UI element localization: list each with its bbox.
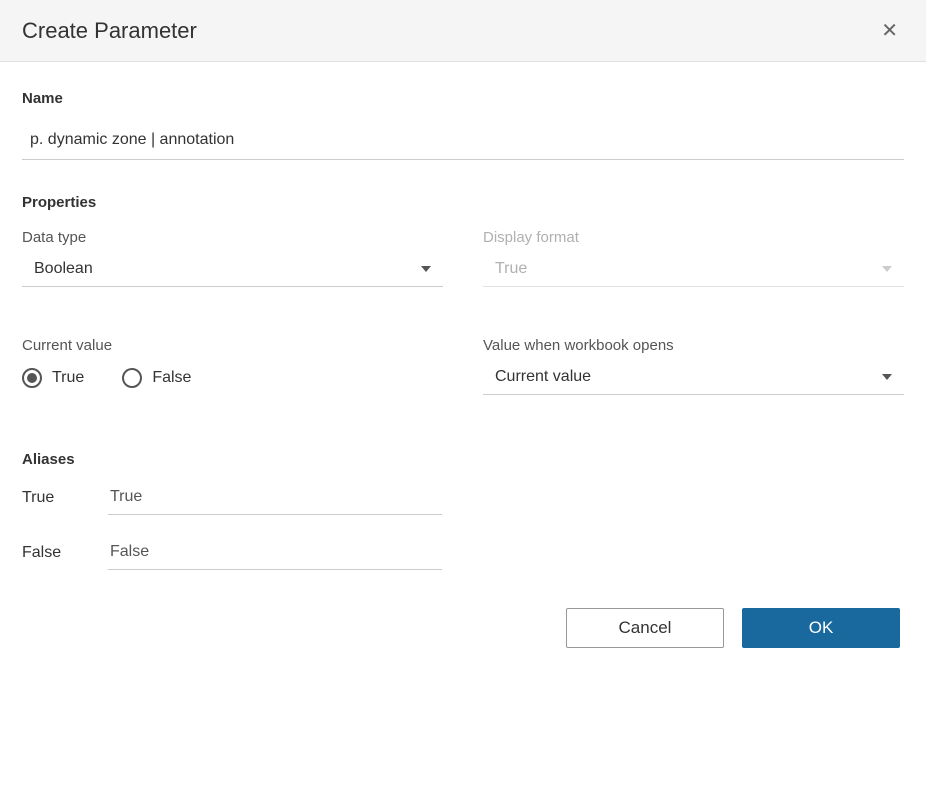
dialog-titlebar: Create Parameter ✕ [0,0,926,62]
name-section: Name [22,90,904,160]
aliases-heading: Aliases [22,451,904,468]
data-type-label: Data type [22,229,443,246]
chevron-down-icon [421,266,431,272]
dialog-title: Create Parameter [22,18,197,44]
alias-true-key: True [22,489,78,515]
radio-true-label: True [52,369,84,387]
cancel-button[interactable]: Cancel [566,608,724,648]
current-value-radio-group: True False [22,364,443,388]
value-when-open-field: Value when workbook opens Current value [483,337,904,395]
properties-heading: Properties [22,194,904,211]
close-icon[interactable]: ✕ [875,16,904,45]
display-format-field: Display format True [483,229,904,287]
chevron-down-icon [882,266,892,272]
alias-true-input[interactable] [108,486,442,515]
data-type-field: Data type Boolean [22,229,443,287]
radio-icon [122,368,142,388]
alias-false-key: False [22,544,78,570]
name-label: Name [22,90,904,107]
ok-button[interactable]: OK [742,608,900,648]
value-when-open-select[interactable]: Current value [483,364,904,395]
display-format-value: True [495,260,527,278]
radio-true[interactable]: True [22,368,84,388]
value-when-open-value: Current value [495,368,591,386]
dialog-buttons: Cancel OK [22,608,904,648]
data-type-value: Boolean [34,260,93,278]
current-value-field: Current value True False [22,337,443,395]
dialog-content: Name Properties Data type Boolean Displa… [0,62,926,668]
aliases-section: Aliases True False [22,451,904,570]
alias-row-true: True [22,486,442,515]
radio-false-label: False [152,369,191,387]
value-when-open-label: Value when workbook opens [483,337,904,354]
alias-row-false: False [22,541,442,570]
current-value-label: Current value [22,337,443,354]
name-input[interactable] [22,125,904,160]
properties-section: Properties Data type Boolean Display for… [22,194,904,395]
display-format-label: Display format [483,229,904,246]
data-type-select[interactable]: Boolean [22,256,443,287]
chevron-down-icon [882,374,892,380]
radio-icon [22,368,42,388]
radio-false[interactable]: False [122,368,191,388]
alias-false-input[interactable] [108,541,442,570]
display-format-select: True [483,256,904,287]
